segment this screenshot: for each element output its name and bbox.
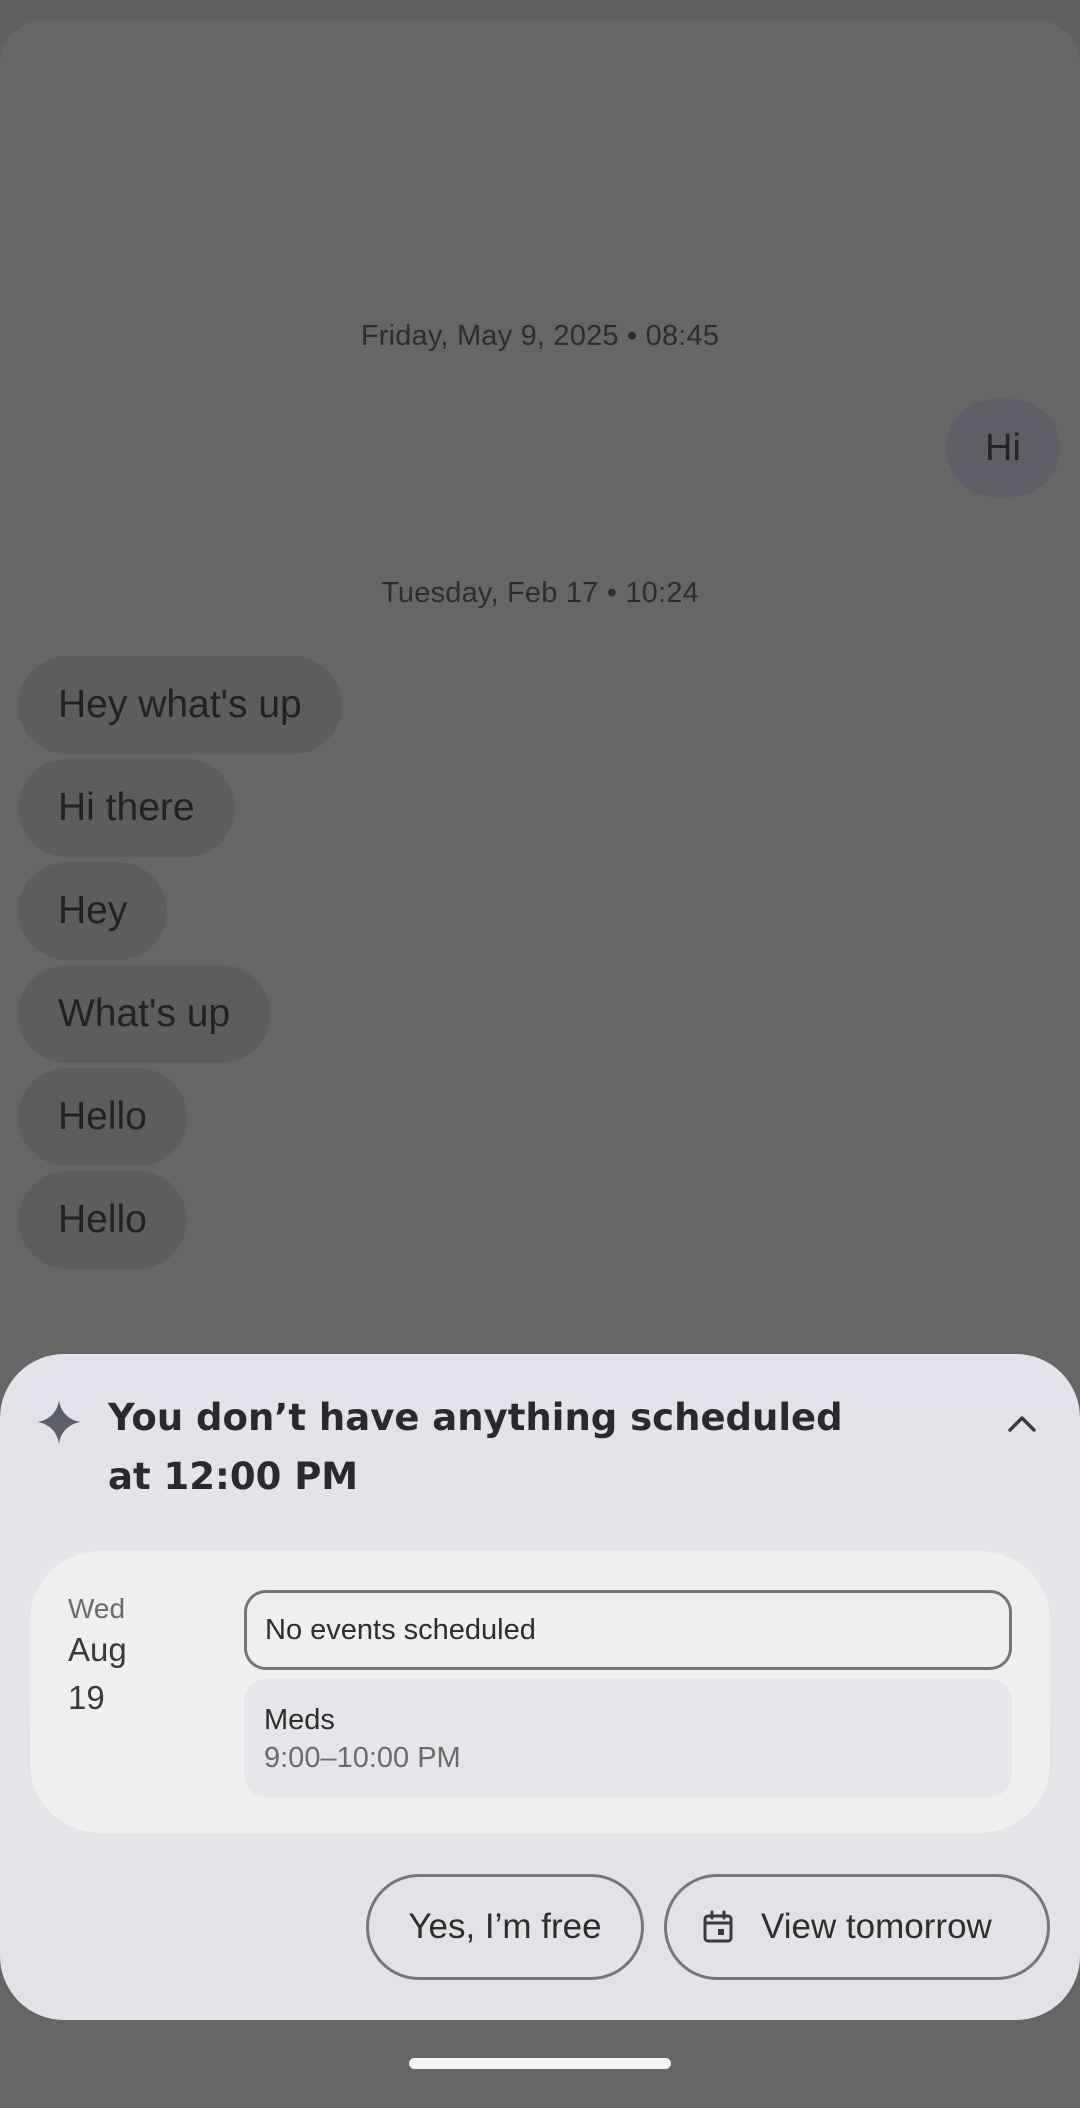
view-tomorrow-button[interactable]: View tomorrow (664, 1874, 1050, 1980)
incoming-message-bubble[interactable]: Hey (18, 862, 168, 960)
calendar-icon (701, 1910, 735, 1944)
view-tomorrow-label: View tomorrow (761, 1907, 992, 1946)
chevron-up-icon[interactable] (1000, 1402, 1044, 1446)
incoming-message-bubble[interactable]: What's up (18, 965, 271, 1063)
sheet-title: You don’t have anything scheduled at 12:… (108, 1396, 843, 1498)
calendar-day-of-week: Wed (68, 1593, 126, 1624)
calendar-day-card: Wed Aug 19 No events scheduled Meds 9:00… (30, 1551, 1050, 1833)
incoming-message-bubble[interactable]: Hello (18, 1068, 187, 1166)
schedule-suggestion-sheet: You don’t have anything scheduled at 12:… (0, 1354, 1080, 2020)
no-events-slot[interactable]: No events scheduled (244, 1590, 1012, 1670)
message-timestamp: Friday, May 9, 2025 • 08:45 (360, 320, 720, 352)
sparkle-icon (36, 1399, 82, 1445)
calendar-event[interactable]: Meds 9:00–10:00 PM (244, 1679, 1012, 1797)
outgoing-message-bubble[interactable]: Hi (946, 399, 1060, 497)
incoming-message-bubble[interactable]: Hi there (18, 759, 235, 857)
calendar-date: 19 (68, 1679, 105, 1716)
incoming-message-bubble[interactable]: Hello (18, 1171, 187, 1269)
message-timestamp: Tuesday, Feb 17 • 10:24 (381, 577, 699, 609)
calendar-month: Aug (68, 1631, 127, 1668)
event-title: Meds (264, 1704, 335, 1736)
event-time: 9:00–10:00 PM (264, 1742, 461, 1774)
incoming-message-list: Hey what's up Hi there Hey What's up Hel… (18, 656, 342, 1269)
incoming-message-bubble[interactable]: Hey what's up (18, 656, 342, 754)
yes-im-free-button[interactable]: Yes, I’m free (366, 1874, 644, 1980)
home-indicator[interactable] (409, 2058, 671, 2069)
